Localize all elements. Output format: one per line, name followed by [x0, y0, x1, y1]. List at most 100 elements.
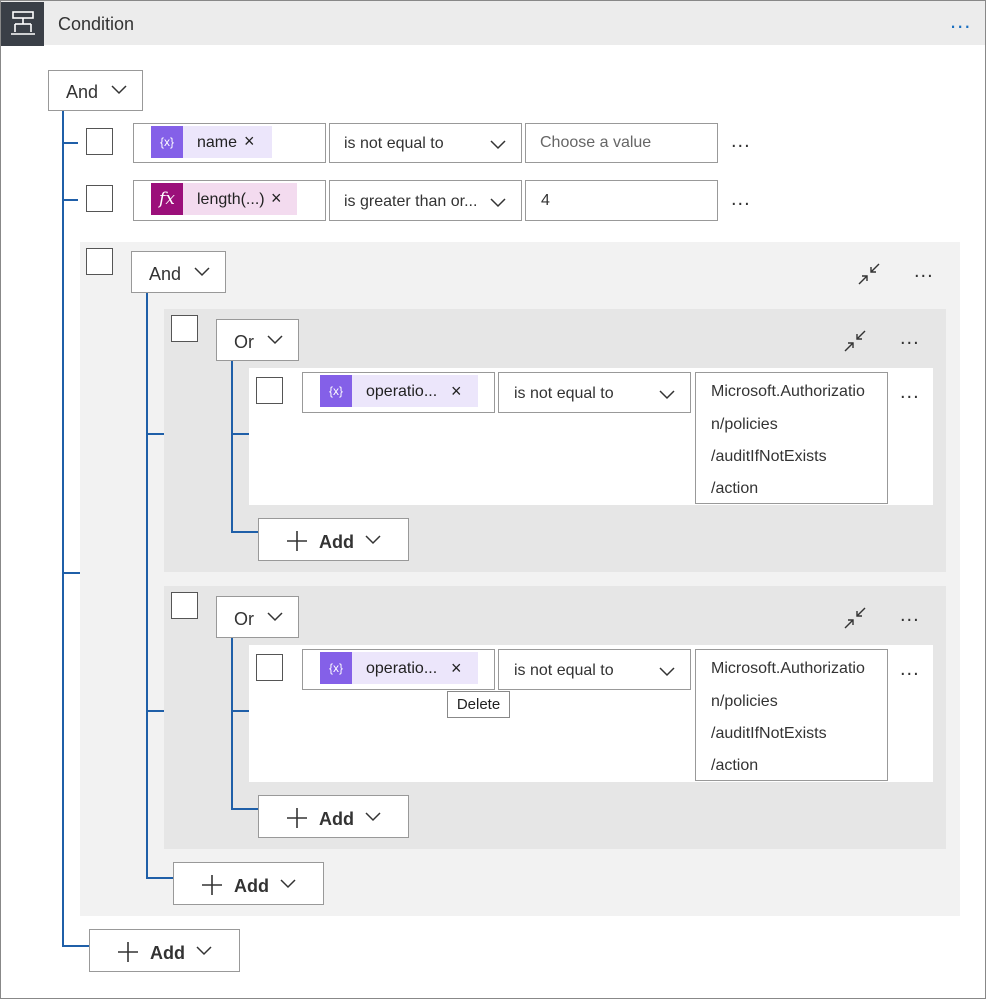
plus-icon	[202, 875, 222, 895]
value-line: /auditIfNotExists	[711, 448, 827, 465]
add-label: Add	[150, 943, 185, 963]
remove-token-icon[interactable]: ×	[451, 381, 462, 402]
tree-branch	[231, 808, 259, 810]
tree-branch	[231, 531, 259, 533]
collapse-icon[interactable]	[857, 262, 881, 286]
tree-branch	[146, 877, 174, 879]
card-title: Condition	[58, 14, 135, 34]
tree-branch	[62, 142, 78, 144]
root-operator-label: And	[66, 82, 99, 102]
chevron-down-icon	[659, 667, 675, 677]
fx-icon: fx	[151, 183, 183, 215]
condition-left-operand[interactable]: {x} operatio... ×	[302, 372, 495, 413]
value-placeholder: Choose a value	[540, 134, 652, 151]
value-line: Microsoft.Authorizatio	[711, 383, 865, 400]
group-operator-dropdown[interactable]: And	[131, 251, 226, 293]
collapse-icon[interactable]	[843, 329, 867, 353]
dynamic-content-icon: {x}	[151, 126, 183, 158]
group-operator-label: Or	[234, 609, 254, 629]
row-more-button[interactable]: ...	[900, 381, 920, 404]
card-more-button[interactable]: ...	[950, 8, 971, 34]
operator-label: is not equal to	[344, 135, 444, 152]
value-line: Microsoft.Authorizatio	[711, 660, 865, 677]
condition-left-operand[interactable]: {x} operatio... ×	[302, 649, 495, 690]
add-button[interactable]: Add	[258, 795, 409, 838]
remove-token-icon[interactable]: ×	[244, 131, 255, 152]
chevron-down-icon	[365, 812, 381, 822]
dynamic-content-icon: {x}	[320, 652, 352, 684]
row-checkbox[interactable]	[86, 128, 113, 155]
tree-line	[62, 110, 64, 946]
chevron-down-icon	[267, 612, 283, 622]
tree-line	[146, 293, 148, 879]
group-checkbox[interactable]	[86, 248, 113, 275]
chevron-down-icon	[111, 85, 127, 95]
group-operator-label: And	[149, 264, 182, 284]
root-operator-dropdown[interactable]: And	[48, 70, 143, 111]
token-label: operatio...	[366, 383, 438, 400]
expression-token[interactable]: fx length(...) ×	[151, 183, 297, 215]
condition-left-operand[interactable]: {x} name ×	[133, 123, 326, 163]
operator-label: is not equal to	[514, 385, 614, 402]
tree-branch	[62, 199, 78, 201]
add-button[interactable]: Add	[89, 929, 240, 972]
group-more-button[interactable]: ...	[900, 604, 920, 627]
condition-operator-dropdown[interactable]: is not equal to	[498, 649, 691, 690]
value-line: /action	[711, 480, 759, 497]
tree-line	[231, 361, 233, 533]
condition-value-input[interactable]: Microsoft.Authorizatio n/policies /audit…	[695, 372, 888, 504]
delete-tooltip: Delete	[447, 691, 510, 718]
operator-label: is greater than or...	[344, 193, 478, 210]
group-more-button[interactable]: ...	[914, 260, 934, 283]
tree-line	[231, 638, 233, 810]
remove-token-icon[interactable]: ×	[271, 188, 282, 209]
tree-branch	[62, 572, 80, 574]
condition-operator-dropdown[interactable]: is greater than or...	[329, 180, 522, 221]
value-line: n/policies	[711, 693, 778, 710]
add-button[interactable]: Add	[258, 518, 409, 561]
value-line: n/policies	[711, 416, 778, 433]
condition-value-input[interactable]: Choose a value	[525, 123, 718, 163]
dynamic-token[interactable]: {x} operatio... ×	[320, 652, 478, 684]
chevron-down-icon	[490, 198, 506, 208]
plus-icon	[118, 942, 138, 962]
group-checkbox[interactable]	[171, 592, 198, 619]
group-operator-dropdown[interactable]: Or	[216, 319, 299, 361]
group-operator-label: Or	[234, 332, 254, 352]
token-label: length(...)	[197, 191, 265, 208]
row-more-button[interactable]: ...	[731, 130, 751, 153]
row-more-button[interactable]: ...	[731, 188, 751, 211]
tree-branch	[146, 433, 164, 435]
condition-operator-dropdown[interactable]: is not equal to	[498, 372, 691, 413]
chevron-down-icon	[196, 946, 212, 956]
collapse-icon[interactable]	[843, 606, 867, 630]
row-checkbox[interactable]	[256, 654, 283, 681]
condition-value-input[interactable]: Microsoft.Authorizatio n/policies /audit…	[695, 649, 888, 781]
group-operator-dropdown[interactable]: Or	[216, 596, 299, 638]
chevron-down-icon	[490, 140, 506, 150]
condition-operator-dropdown[interactable]: is not equal to	[329, 123, 522, 163]
chevron-down-icon	[365, 535, 381, 545]
tree-branch	[231, 433, 249, 435]
value-line: /action	[711, 757, 759, 774]
group-more-button[interactable]: ...	[900, 327, 920, 350]
row-more-button[interactable]: ...	[900, 658, 920, 681]
card-header	[1, 1, 985, 45]
row-checkbox[interactable]	[256, 377, 283, 404]
plus-icon	[287, 531, 307, 551]
condition-icon	[1, 2, 44, 46]
add-button[interactable]: Add	[173, 862, 324, 905]
dynamic-token[interactable]: {x} operatio... ×	[320, 375, 478, 407]
chevron-down-icon	[280, 879, 296, 889]
group-checkbox[interactable]	[171, 315, 198, 342]
token-label: operatio...	[366, 660, 438, 677]
tree-branch	[231, 710, 249, 712]
dynamic-token[interactable]: {x} name ×	[151, 126, 272, 158]
row-checkbox[interactable]	[86, 185, 113, 212]
token-label: name	[197, 134, 238, 151]
add-label: Add	[319, 532, 354, 552]
chevron-down-icon	[194, 267, 210, 277]
condition-left-operand[interactable]: fx length(...) ×	[133, 180, 326, 221]
remove-token-icon[interactable]: ×	[451, 658, 462, 679]
condition-value-input[interactable]: 4	[525, 180, 718, 221]
